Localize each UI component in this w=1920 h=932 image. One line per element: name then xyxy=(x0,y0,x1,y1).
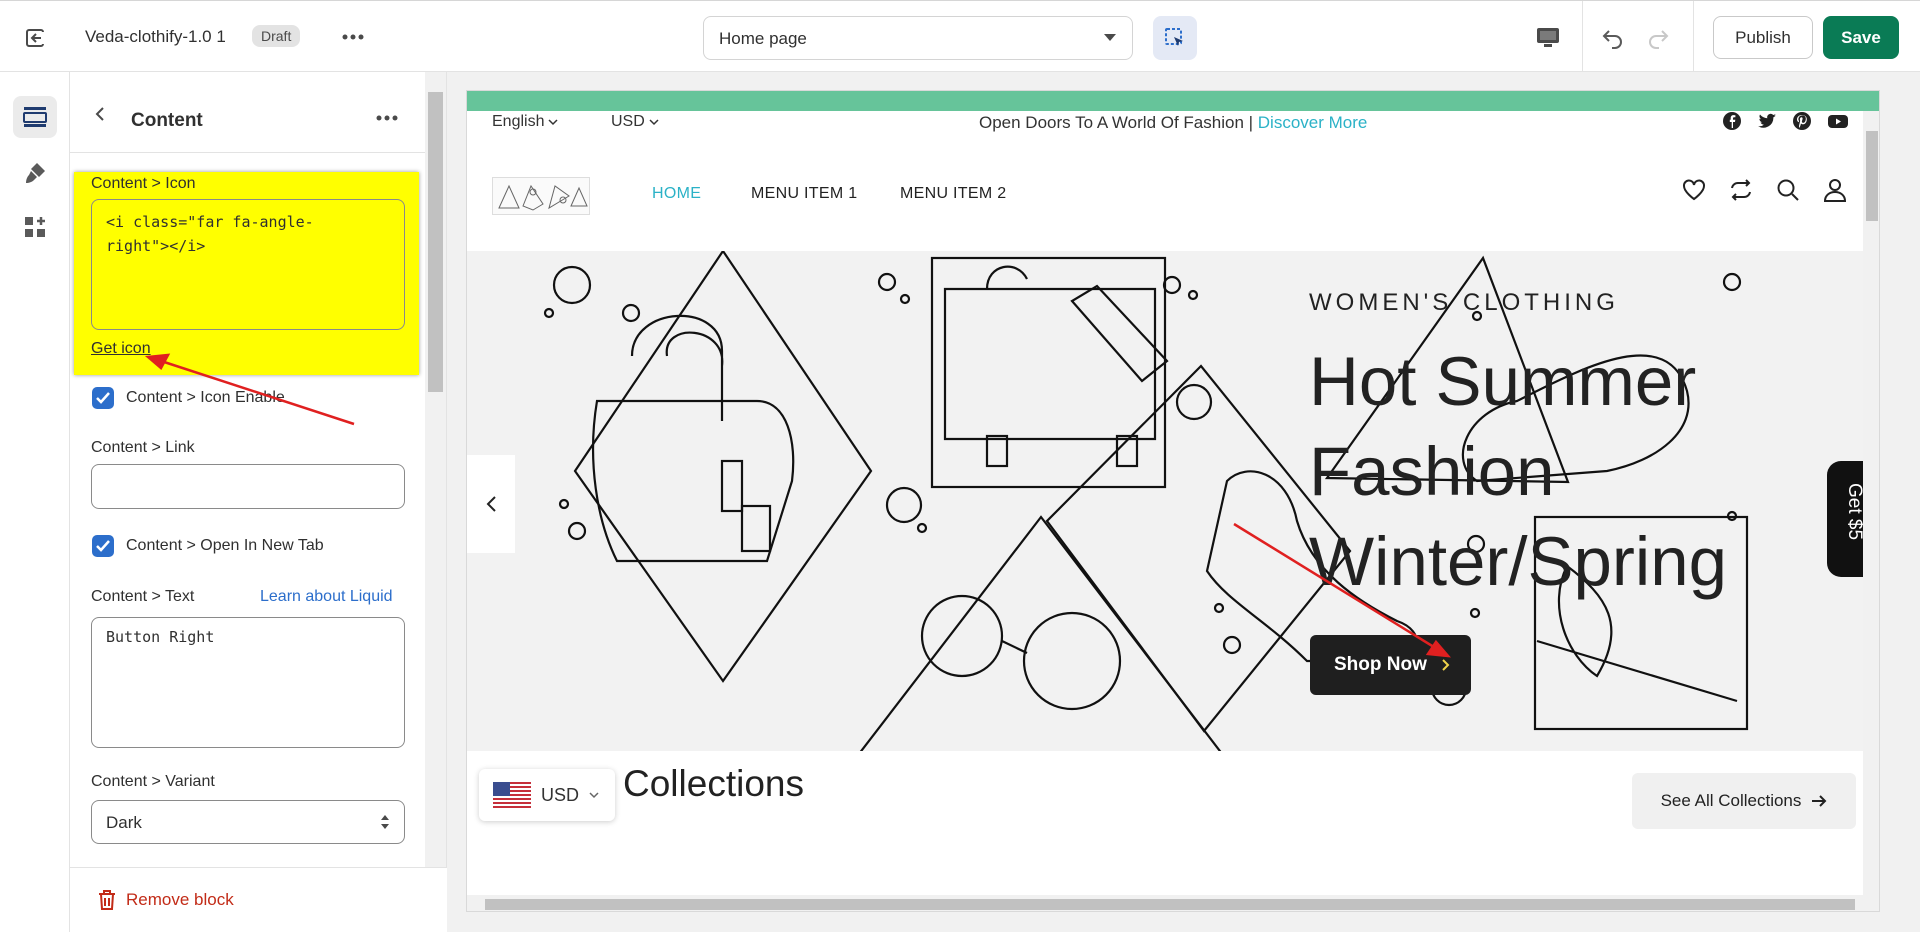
select-arrows-icon xyxy=(381,815,389,829)
icon-enable-checkbox[interactable] xyxy=(92,387,114,409)
remove-block-label: Remove block xyxy=(126,890,234,909)
panel-title: Content xyxy=(131,110,203,131)
variant-select[interactable]: Dark xyxy=(91,800,405,844)
new-tab-label: Content > Open In New Tab xyxy=(126,537,324,554)
theme-settings-icon[interactable] xyxy=(13,152,57,194)
learn-liquid-link[interactable]: Learn about Liquid xyxy=(260,588,393,606)
apps-icon[interactable] xyxy=(13,206,57,248)
chevron-down-icon xyxy=(548,118,559,125)
publish-button[interactable]: Publish xyxy=(1713,16,1813,59)
store-preview-frame: English USD Open Doors To A World Of Fas… xyxy=(466,90,1880,912)
twitter-icon[interactable] xyxy=(1757,111,1777,131)
variant-field-label: Content > Variant xyxy=(91,773,215,790)
currency-popup-value: USD xyxy=(541,784,580,805)
chevron-down-icon xyxy=(1104,34,1116,41)
language-selector[interactable]: English xyxy=(492,113,559,131)
theme-name: Veda-clothify-1.0 1 xyxy=(85,27,226,46)
link-field-label: Content > Link xyxy=(91,439,195,456)
chevron-down-icon xyxy=(649,118,659,125)
page-select[interactable]: Home page xyxy=(703,16,1133,60)
undo-icon[interactable] xyxy=(1596,23,1630,53)
discover-more-link[interactable]: Discover More xyxy=(1258,113,1368,132)
shop-now-button[interactable]: Shop Now xyxy=(1310,635,1471,695)
text-field[interactable]: Button Right xyxy=(91,617,405,748)
save-button[interactable]: Save xyxy=(1823,16,1899,59)
top-strip xyxy=(467,91,1879,111)
announcement-text: Open Doors To A World Of Fashion | xyxy=(979,113,1254,132)
currency-selector[interactable]: USD xyxy=(611,113,659,131)
icon-code-field[interactable]: <i class="far fa-angle- right"></i> xyxy=(91,199,405,330)
compare-icon[interactable] xyxy=(1728,177,1754,203)
header-icons xyxy=(1681,177,1848,203)
icon-enable-label: Content > Icon Enable xyxy=(126,389,285,406)
icon-field-label: Content > Icon xyxy=(91,175,196,192)
trash-icon xyxy=(99,890,115,910)
redo-icon[interactable] xyxy=(1641,23,1675,53)
divider xyxy=(1582,1,1583,73)
language-value: English xyxy=(492,113,545,130)
more-actions-icon[interactable] xyxy=(338,25,368,49)
scrollbar-thumb[interactable] xyxy=(428,92,443,392)
slide-prev-button[interactable] xyxy=(467,455,515,553)
chevron-down-icon xyxy=(589,791,599,798)
see-all-collections-button[interactable]: See All Collections xyxy=(1632,773,1856,829)
collections-title: Collections xyxy=(623,763,804,804)
hero-subtitle: WOMEN'S CLOTHING xyxy=(1309,289,1619,316)
nav-item-home[interactable]: HOME xyxy=(652,185,701,203)
currency-value: USD xyxy=(611,113,645,130)
back-icon[interactable] xyxy=(88,102,112,126)
page-select-value: Home page xyxy=(719,29,807,48)
text-field-label: Content > Text xyxy=(91,588,195,605)
preview-vertical-scrollbar[interactable] xyxy=(1863,111,1879,895)
pinterest-icon[interactable] xyxy=(1792,111,1812,131)
preview-horizontal-scrollbar[interactable] xyxy=(467,895,1879,911)
hero-slideshow: WOMEN'S CLOTHING Hot Summer Fashion Wint… xyxy=(467,251,1879,751)
search-icon[interactable] xyxy=(1775,177,1801,203)
link-input[interactable] xyxy=(91,464,405,509)
nav-item-menu-1[interactable]: MENU ITEM 1 xyxy=(751,185,857,203)
scrollbar-thumb[interactable] xyxy=(1866,131,1878,221)
hero-title: Hot Summer Fashion Winter/Spring xyxy=(1309,343,1727,600)
exit-icon[interactable] xyxy=(18,23,52,53)
new-tab-checkbox[interactable] xyxy=(92,535,114,557)
angle-right-icon xyxy=(1442,659,1450,671)
facebook-icon[interactable] xyxy=(1722,111,1742,131)
editor-rail xyxy=(0,72,70,932)
see-all-label: See All Collections xyxy=(1660,791,1802,810)
wishlist-icon[interactable] xyxy=(1681,177,1707,203)
scrollbar-thumb[interactable] xyxy=(485,899,1855,910)
more-options-icon[interactable] xyxy=(372,106,402,130)
remove-block-button[interactable]: Remove block xyxy=(98,890,234,910)
currency-popup[interactable]: USD xyxy=(479,769,615,821)
panel-scrollbar[interactable] xyxy=(425,72,446,867)
announcement-bar: Open Doors To A World Of Fashion | Disco… xyxy=(979,113,1367,133)
panel-header: Content xyxy=(70,72,425,152)
status-badge: Draft xyxy=(252,25,301,47)
variant-select-value: Dark xyxy=(106,813,142,832)
account-icon[interactable] xyxy=(1822,177,1848,203)
inspector-icon[interactable] xyxy=(1153,16,1197,60)
chevron-left-icon xyxy=(486,496,496,512)
us-flag-icon xyxy=(493,782,531,808)
store-logo[interactable] xyxy=(492,177,590,215)
shop-now-label: Shop Now xyxy=(1334,654,1427,675)
divider xyxy=(1693,1,1694,73)
desktop-view-icon[interactable] xyxy=(1530,23,1566,53)
social-links xyxy=(1722,111,1849,131)
arrow-right-icon xyxy=(1812,795,1827,807)
divider xyxy=(70,152,425,153)
panel-footer: Remove block xyxy=(70,867,447,932)
get-icon-link[interactable]: Get icon xyxy=(91,340,151,358)
editor-topbar: Veda-clothify-1.0 1 Draft Home page Publ… xyxy=(0,0,1920,73)
sections-icon[interactable] xyxy=(13,96,57,138)
youtube-icon[interactable] xyxy=(1827,111,1849,131)
nav-item-menu-2[interactable]: MENU ITEM 2 xyxy=(900,185,1006,203)
get-5-label: Get $5 xyxy=(1844,483,1865,541)
